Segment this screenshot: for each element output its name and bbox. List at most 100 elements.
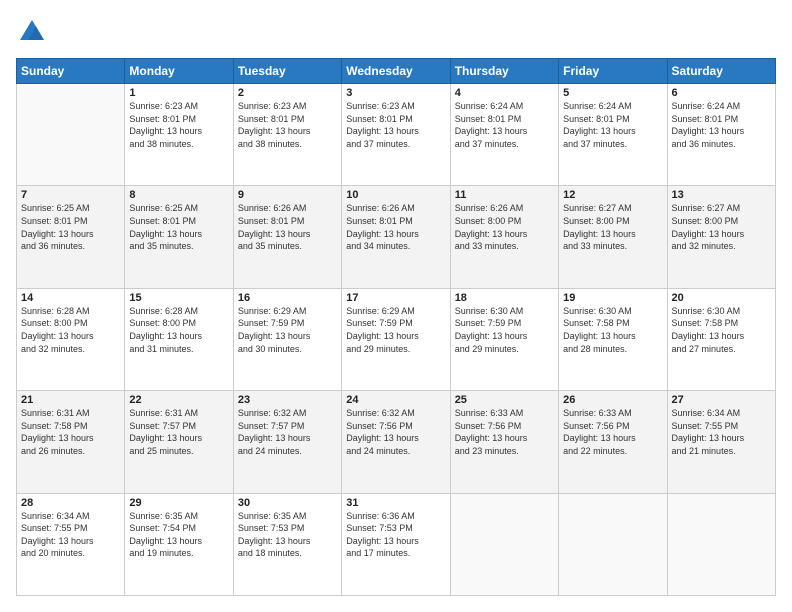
calendar-cell: 7Sunrise: 6:25 AMSunset: 8:01 PMDaylight… bbox=[17, 186, 125, 288]
calendar-cell: 9Sunrise: 6:26 AMSunset: 8:01 PMDaylight… bbox=[233, 186, 341, 288]
calendar-cell: 1Sunrise: 6:23 AMSunset: 8:01 PMDaylight… bbox=[125, 84, 233, 186]
calendar-cell: 13Sunrise: 6:27 AMSunset: 8:00 PMDayligh… bbox=[667, 186, 775, 288]
calendar-cell: 28Sunrise: 6:34 AMSunset: 7:55 PMDayligh… bbox=[17, 493, 125, 595]
day-number: 15 bbox=[129, 292, 228, 304]
day-number: 6 bbox=[672, 87, 771, 99]
calendar-cell: 6Sunrise: 6:24 AMSunset: 8:01 PMDaylight… bbox=[667, 84, 775, 186]
day-info: Sunrise: 6:33 AMSunset: 7:56 PMDaylight:… bbox=[563, 407, 662, 457]
calendar-cell: 14Sunrise: 6:28 AMSunset: 8:00 PMDayligh… bbox=[17, 288, 125, 390]
calendar-cell: 27Sunrise: 6:34 AMSunset: 7:55 PMDayligh… bbox=[667, 391, 775, 493]
day-info: Sunrise: 6:23 AMSunset: 8:01 PMDaylight:… bbox=[238, 100, 337, 150]
calendar-cell: 21Sunrise: 6:31 AMSunset: 7:58 PMDayligh… bbox=[17, 391, 125, 493]
calendar-cell: 24Sunrise: 6:32 AMSunset: 7:56 PMDayligh… bbox=[342, 391, 450, 493]
day-info: Sunrise: 6:23 AMSunset: 8:01 PMDaylight:… bbox=[129, 100, 228, 150]
day-number: 12 bbox=[563, 189, 662, 201]
calendar-cell: 8Sunrise: 6:25 AMSunset: 8:01 PMDaylight… bbox=[125, 186, 233, 288]
day-number: 5 bbox=[563, 87, 662, 99]
day-info: Sunrise: 6:31 AMSunset: 7:57 PMDaylight:… bbox=[129, 407, 228, 457]
calendar-cell bbox=[559, 493, 667, 595]
day-number: 19 bbox=[563, 292, 662, 304]
calendar-cell: 23Sunrise: 6:32 AMSunset: 7:57 PMDayligh… bbox=[233, 391, 341, 493]
day-info: Sunrise: 6:29 AMSunset: 7:59 PMDaylight:… bbox=[238, 305, 337, 355]
weekday-header: Monday bbox=[125, 59, 233, 84]
day-info: Sunrise: 6:26 AMSunset: 8:01 PMDaylight:… bbox=[238, 202, 337, 252]
calendar-cell: 15Sunrise: 6:28 AMSunset: 8:00 PMDayligh… bbox=[125, 288, 233, 390]
day-info: Sunrise: 6:30 AMSunset: 7:58 PMDaylight:… bbox=[672, 305, 771, 355]
day-info: Sunrise: 6:32 AMSunset: 7:56 PMDaylight:… bbox=[346, 407, 445, 457]
calendar-cell: 16Sunrise: 6:29 AMSunset: 7:59 PMDayligh… bbox=[233, 288, 341, 390]
day-info: Sunrise: 6:36 AMSunset: 7:53 PMDaylight:… bbox=[346, 510, 445, 560]
day-info: Sunrise: 6:29 AMSunset: 7:59 PMDaylight:… bbox=[346, 305, 445, 355]
day-number: 9 bbox=[238, 189, 337, 201]
weekday-header: Sunday bbox=[17, 59, 125, 84]
day-number: 18 bbox=[455, 292, 554, 304]
calendar-cell: 4Sunrise: 6:24 AMSunset: 8:01 PMDaylight… bbox=[450, 84, 558, 186]
calendar-cell: 31Sunrise: 6:36 AMSunset: 7:53 PMDayligh… bbox=[342, 493, 450, 595]
day-info: Sunrise: 6:25 AMSunset: 8:01 PMDaylight:… bbox=[21, 202, 120, 252]
day-info: Sunrise: 6:32 AMSunset: 7:57 PMDaylight:… bbox=[238, 407, 337, 457]
day-number: 3 bbox=[346, 87, 445, 99]
calendar-cell: 18Sunrise: 6:30 AMSunset: 7:59 PMDayligh… bbox=[450, 288, 558, 390]
logo-icon bbox=[16, 16, 48, 48]
calendar-cell: 30Sunrise: 6:35 AMSunset: 7:53 PMDayligh… bbox=[233, 493, 341, 595]
day-number: 25 bbox=[455, 394, 554, 406]
day-info: Sunrise: 6:26 AMSunset: 8:00 PMDaylight:… bbox=[455, 202, 554, 252]
day-info: Sunrise: 6:23 AMSunset: 8:01 PMDaylight:… bbox=[346, 100, 445, 150]
day-info: Sunrise: 6:24 AMSunset: 8:01 PMDaylight:… bbox=[455, 100, 554, 150]
day-number: 10 bbox=[346, 189, 445, 201]
weekday-header: Friday bbox=[559, 59, 667, 84]
calendar-cell: 5Sunrise: 6:24 AMSunset: 8:01 PMDaylight… bbox=[559, 84, 667, 186]
day-info: Sunrise: 6:31 AMSunset: 7:58 PMDaylight:… bbox=[21, 407, 120, 457]
day-info: Sunrise: 6:25 AMSunset: 8:01 PMDaylight:… bbox=[129, 202, 228, 252]
page: SundayMondayTuesdayWednesdayThursdayFrid… bbox=[0, 0, 792, 612]
day-number: 26 bbox=[563, 394, 662, 406]
calendar-cell: 29Sunrise: 6:35 AMSunset: 7:54 PMDayligh… bbox=[125, 493, 233, 595]
day-info: Sunrise: 6:26 AMSunset: 8:01 PMDaylight:… bbox=[346, 202, 445, 252]
day-number: 31 bbox=[346, 497, 445, 509]
day-info: Sunrise: 6:34 AMSunset: 7:55 PMDaylight:… bbox=[672, 407, 771, 457]
calendar-cell: 25Sunrise: 6:33 AMSunset: 7:56 PMDayligh… bbox=[450, 391, 558, 493]
calendar-cell: 12Sunrise: 6:27 AMSunset: 8:00 PMDayligh… bbox=[559, 186, 667, 288]
day-info: Sunrise: 6:28 AMSunset: 8:00 PMDaylight:… bbox=[21, 305, 120, 355]
day-info: Sunrise: 6:34 AMSunset: 7:55 PMDaylight:… bbox=[21, 510, 120, 560]
day-info: Sunrise: 6:35 AMSunset: 7:54 PMDaylight:… bbox=[129, 510, 228, 560]
day-number: 28 bbox=[21, 497, 120, 509]
logo bbox=[16, 16, 52, 48]
weekday-header: Wednesday bbox=[342, 59, 450, 84]
calendar-cell: 17Sunrise: 6:29 AMSunset: 7:59 PMDayligh… bbox=[342, 288, 450, 390]
day-info: Sunrise: 6:27 AMSunset: 8:00 PMDaylight:… bbox=[563, 202, 662, 252]
day-info: Sunrise: 6:27 AMSunset: 8:00 PMDaylight:… bbox=[672, 202, 771, 252]
day-number: 23 bbox=[238, 394, 337, 406]
day-number: 27 bbox=[672, 394, 771, 406]
calendar-cell: 11Sunrise: 6:26 AMSunset: 8:00 PMDayligh… bbox=[450, 186, 558, 288]
calendar-cell: 26Sunrise: 6:33 AMSunset: 7:56 PMDayligh… bbox=[559, 391, 667, 493]
day-number: 24 bbox=[346, 394, 445, 406]
day-number: 16 bbox=[238, 292, 337, 304]
day-info: Sunrise: 6:30 AMSunset: 7:58 PMDaylight:… bbox=[563, 305, 662, 355]
day-number: 17 bbox=[346, 292, 445, 304]
calendar-cell bbox=[450, 493, 558, 595]
day-number: 22 bbox=[129, 394, 228, 406]
day-number: 13 bbox=[672, 189, 771, 201]
weekday-header: Tuesday bbox=[233, 59, 341, 84]
day-number: 8 bbox=[129, 189, 228, 201]
calendar-cell bbox=[667, 493, 775, 595]
day-info: Sunrise: 6:33 AMSunset: 7:56 PMDaylight:… bbox=[455, 407, 554, 457]
day-number: 7 bbox=[21, 189, 120, 201]
day-info: Sunrise: 6:35 AMSunset: 7:53 PMDaylight:… bbox=[238, 510, 337, 560]
header bbox=[16, 16, 776, 48]
calendar-cell: 10Sunrise: 6:26 AMSunset: 8:01 PMDayligh… bbox=[342, 186, 450, 288]
calendar-table: SundayMondayTuesdayWednesdayThursdayFrid… bbox=[16, 58, 776, 596]
day-info: Sunrise: 6:24 AMSunset: 8:01 PMDaylight:… bbox=[672, 100, 771, 150]
day-number: 11 bbox=[455, 189, 554, 201]
day-info: Sunrise: 6:28 AMSunset: 8:00 PMDaylight:… bbox=[129, 305, 228, 355]
calendar-cell: 20Sunrise: 6:30 AMSunset: 7:58 PMDayligh… bbox=[667, 288, 775, 390]
day-number: 21 bbox=[21, 394, 120, 406]
weekday-header: Saturday bbox=[667, 59, 775, 84]
calendar-cell bbox=[17, 84, 125, 186]
day-number: 30 bbox=[238, 497, 337, 509]
calendar-cell: 22Sunrise: 6:31 AMSunset: 7:57 PMDayligh… bbox=[125, 391, 233, 493]
day-info: Sunrise: 6:30 AMSunset: 7:59 PMDaylight:… bbox=[455, 305, 554, 355]
day-number: 14 bbox=[21, 292, 120, 304]
calendar-cell: 19Sunrise: 6:30 AMSunset: 7:58 PMDayligh… bbox=[559, 288, 667, 390]
